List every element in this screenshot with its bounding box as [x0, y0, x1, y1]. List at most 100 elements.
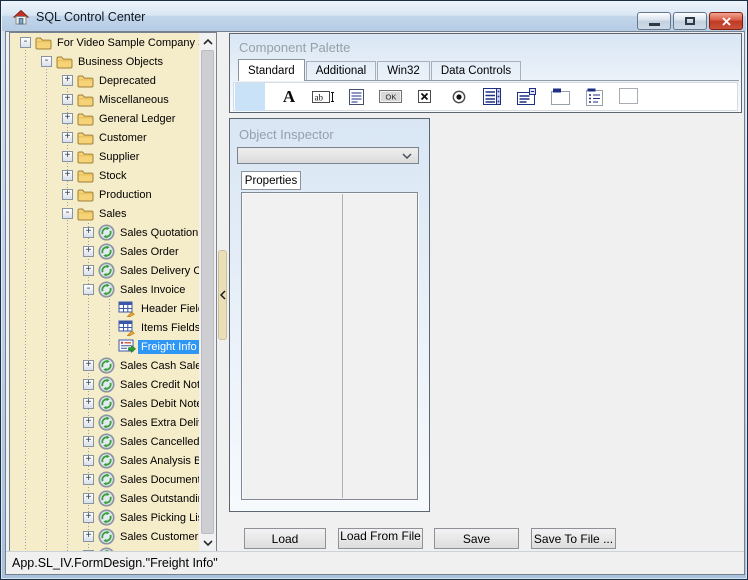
scroll-up-button[interactable] [199, 33, 216, 50]
expand-toggle-icon[interactable] [83, 436, 94, 447]
tree-item-sales-delivery-orde[interactable]: Sales Delivery Orde [10, 261, 199, 280]
expand-toggle-icon[interactable] [62, 170, 73, 181]
save-to-file-button[interactable]: Save To File ... [531, 528, 616, 549]
tree-item-sales-extra-delivery[interactable]: Sales Extra Delivery [10, 413, 199, 432]
tool-memo-icon[interactable] [345, 84, 369, 110]
expand-toggle-icon[interactable] [83, 512, 94, 523]
tree-item-miscellaneous[interactable]: Miscellaneous [10, 90, 199, 109]
tab-data-controls[interactable]: Data Controls [431, 61, 521, 80]
collapse-toggle-icon[interactable] [83, 284, 94, 295]
save-button[interactable]: Save [434, 528, 519, 549]
tree-item-sales-cancelled-no[interactable]: Sales Cancelled No [10, 432, 199, 451]
expand-toggle-icon[interactable] [83, 455, 94, 466]
object-icon [97, 243, 115, 260]
tool-panel-icon[interactable] [617, 84, 641, 110]
expand-toggle-icon[interactable] [62, 113, 73, 124]
tree-item-partial[interactable] [10, 546, 199, 551]
tree-item-label: Customer [96, 131, 150, 145]
expand-toggle-icon[interactable] [83, 398, 94, 409]
tree-item-business-objects[interactable]: Business Objects [10, 52, 199, 71]
object-inspector-title: Object Inspector [239, 127, 334, 142]
tree-item-label: Sales Customer Pric [117, 530, 199, 544]
tree-item-production[interactable]: Production [10, 185, 199, 204]
object-selector-dropdown[interactable] [237, 147, 419, 164]
expand-toggle-icon[interactable] [62, 189, 73, 200]
expand-toggle-icon[interactable] [83, 531, 94, 542]
tool-checkbox-icon[interactable] [413, 84, 437, 110]
folder-icon [76, 110, 94, 127]
tool-checklistbox-icon[interactable] [583, 84, 607, 110]
tree-item-sales-outstanding-d[interactable]: Sales Outstanding D [10, 489, 199, 508]
expand-toggle-icon[interactable] [83, 379, 94, 390]
expand-toggle-icon[interactable] [83, 227, 94, 238]
tree-item-items-fields[interactable]: Items Fields [10, 318, 199, 337]
tree-item-freight-info[interactable]: Freight Info [10, 337, 199, 356]
tab-win32[interactable]: Win32 [377, 61, 430, 80]
scroll-down-button[interactable] [199, 534, 216, 551]
tree-scrollbar[interactable] [199, 33, 216, 551]
collapse-toggle-icon[interactable] [20, 37, 31, 48]
object-icon [97, 414, 115, 431]
tree-item-sales-document-lis[interactable]: Sales Document Lis [10, 470, 199, 489]
close-button[interactable] [709, 12, 743, 30]
splitter-collapse-handle[interactable] [218, 250, 227, 340]
tree-item-label: Sales Analysis By D [117, 454, 199, 468]
tab-additional[interactable]: Additional [306, 61, 377, 80]
tree-item-for-video-sample-company-sdr[interactable]: For Video Sample Company Sdr [10, 33, 199, 52]
tool-label-icon[interactable]: A [277, 84, 301, 110]
tree-item-sales-customer-pric[interactable]: Sales Customer Pric [10, 527, 199, 546]
tab-properties[interactable]: Properties [241, 171, 301, 190]
tool-pointer[interactable] [235, 83, 265, 111]
load-button[interactable]: Load [244, 528, 326, 549]
collapse-toggle-icon[interactable] [62, 208, 73, 219]
tree-item-stock[interactable]: Stock [10, 166, 199, 185]
titlebar[interactable]: SQL Control Center [2, 2, 746, 31]
tree-item-sales-invoice[interactable]: Sales Invoice [10, 280, 199, 299]
tree-item-sales-analysis-by-d[interactable]: Sales Analysis By D [10, 451, 199, 470]
tree-item-header-fields[interactable]: Header Fields [10, 299, 199, 318]
maximize-button[interactable] [673, 12, 707, 30]
expand-toggle-icon[interactable] [83, 360, 94, 371]
tool-edit-icon[interactable]: ab [311, 84, 335, 110]
tree-rows: For Video Sample Company SdrBusiness Obj… [10, 33, 199, 551]
load-from-file-button[interactable]: Load From File ... [338, 528, 423, 549]
expand-toggle-icon[interactable] [83, 493, 94, 504]
tree-item-label: General Ledger [96, 112, 178, 126]
folder-icon [76, 129, 94, 146]
folder-icon [76, 167, 94, 184]
tree-item-supplier[interactable]: Supplier [10, 147, 199, 166]
tree-item-label: Supplier [96, 150, 142, 164]
scroll-thumb[interactable] [201, 50, 214, 534]
expand-toggle-icon[interactable] [62, 94, 73, 105]
expand-toggle-icon[interactable] [83, 417, 94, 428]
tree-item-sales-credit-note[interactable]: Sales Credit Note [10, 375, 199, 394]
expand-toggle-icon[interactable] [83, 246, 94, 257]
tab-standard[interactable]: Standard [238, 59, 305, 81]
properties-grid[interactable] [241, 192, 418, 500]
tree-item-deprecated[interactable]: Deprecated [10, 71, 199, 90]
tree-item-sales[interactable]: Sales [10, 204, 199, 223]
tree-item-sales-debit-note[interactable]: Sales Debit Note [10, 394, 199, 413]
minimize-button[interactable] [637, 12, 671, 30]
object-icon [97, 376, 115, 393]
tree-item-customer[interactable]: Customer [10, 128, 199, 147]
collapse-toggle-icon[interactable] [41, 56, 52, 67]
tree-item-general-ledger[interactable]: General Ledger [10, 109, 199, 128]
tree-item-sales-quotation[interactable]: Sales Quotation [10, 223, 199, 242]
expand-toggle-icon[interactable] [83, 474, 94, 485]
tool-listbox-icon[interactable] [481, 84, 505, 110]
tree-item-sales-order[interactable]: Sales Order [10, 242, 199, 261]
tree-item-sales-cash-sales[interactable]: Sales Cash Sales [10, 356, 199, 375]
expand-toggle-icon[interactable] [83, 265, 94, 276]
expand-toggle-icon[interactable] [62, 151, 73, 162]
tool-groupbox-icon[interactable] [549, 84, 573, 110]
tool-button-icon[interactable]: OK [379, 84, 403, 110]
tree-item-sales-picking-list[interactable]: Sales Picking List [10, 508, 199, 527]
tool-radiobutton-icon[interactable] [447, 84, 471, 110]
tool-combobox-icon[interactable] [515, 84, 539, 110]
expand-toggle-icon[interactable] [62, 132, 73, 143]
expand-toggle-icon[interactable] [83, 550, 94, 551]
object-icon [97, 281, 115, 298]
expand-toggle-icon[interactable] [62, 75, 73, 86]
tree-item-label: Sales [96, 207, 130, 221]
